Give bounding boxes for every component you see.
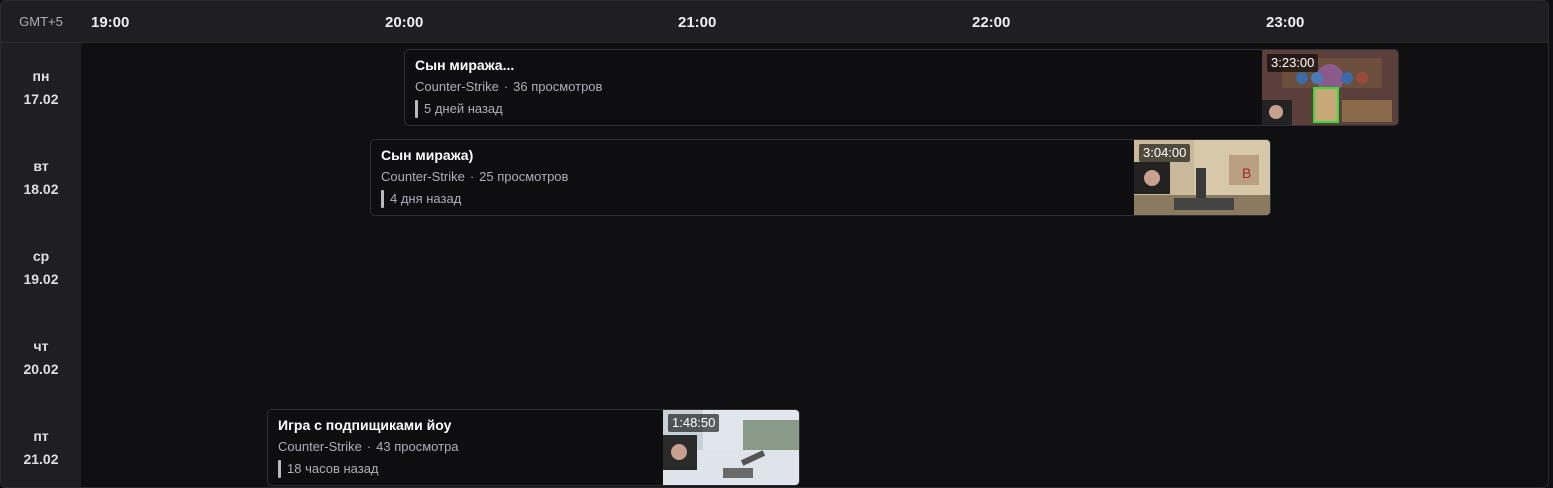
day-column: пн 17.02 вт 18.02 ср 19.02 чт 20.02 пт 2… [1,43,81,487]
video-thumbnail[interactable]: 3:23:00 [1262,50,1398,125]
age-label: 4 дня назад [390,191,462,206]
weekday-label: вт [33,158,49,174]
age-label: 5 дней назад [424,101,503,116]
video-card[interactable]: Сын миража) Counter-Strike · 25 просмотров… [370,139,1271,216]
day-row-mon: пн 17.02 [1,43,81,133]
video-card[interactable]: Игра с подпищиками йоу Counter-Strike · 43… [267,409,800,486]
video-title[interactable]: Сын миража... [415,55,1248,75]
hour-label-21: 21:00 [678,14,717,31]
video-meta: Counter-Strike · 43 просмотра [278,439,459,454]
duration-badge: 3:04:00 [1139,144,1191,162]
age-label: 18 часов назад [287,461,379,476]
hour-label-20: 20:00 [385,14,424,31]
schedule-panel: GMT+5 19:00 20:00 21:00 22:00 23:00 пн 1… [0,0,1549,488]
timeline-header: GMT+5 19:00 20:00 21:00 22:00 23:00 [1,1,1548,43]
age-bar [415,100,418,118]
video-age: 18 часов назад [278,460,649,478]
video-thumbnail[interactable]: 1:48:50 [663,410,799,485]
weekday-label: пт [33,428,49,444]
view-count: 36 просмотров [513,79,603,94]
video-meta: Counter-Strike · 36 просмотров [415,79,603,94]
video-age: 5 дней назад [415,100,1248,118]
date-label: 21.02 [23,451,59,467]
svg-text:B: B [1242,165,1251,181]
duration-badge: 3:23:00 [1267,54,1319,72]
weekday-label: ср [32,248,50,264]
video-thumbnail[interactable]: B 3:04:00 [1134,140,1270,215]
date-label: 20.02 [23,361,59,377]
day-row-tue: вт 18.02 [1,133,81,223]
hour-label-23: 23:00 [1266,14,1305,31]
age-bar [278,460,281,478]
video-age: 4 дня назад [381,190,1120,208]
game-link[interactable]: Counter-Strike [381,169,465,184]
weekday-label: пн [32,68,50,84]
video-info: Игра с подпищиками йоу Counter-Strike · 43… [278,415,649,478]
game-link[interactable]: Counter-Strike [415,79,499,94]
video-info: Сын миража) Counter-Strike · 25 просмотров… [381,145,1120,208]
day-row-thu: чт 20.02 [1,313,81,403]
game-link[interactable]: Counter-Strike [278,439,362,454]
timezone-label: GMT+5 [19,14,63,29]
date-label: 17.02 [23,91,59,107]
weekday-label: чт [33,338,49,354]
video-card[interactable]: Сын миража... Counter-Strike · 36 просмотр… [404,49,1399,126]
video-meta: Counter-Strike · 25 просмотров [381,169,569,184]
date-label: 19.02 [23,271,59,287]
hour-label-22: 22:00 [972,14,1011,31]
video-title[interactable]: Сын миража) [381,145,1120,165]
view-count: 25 просмотров [479,169,569,184]
video-info: Сын миража... Counter-Strike · 36 просмотр… [415,55,1248,118]
view-count: 43 просмотра [376,439,459,454]
day-row-fri: пт 21.02 [1,403,81,487]
age-bar [381,190,384,208]
date-label: 18.02 [23,181,59,197]
video-title[interactable]: Игра с подпищиками йоу [278,415,649,435]
day-row-wed: ср 19.02 [1,223,81,313]
hour-label-19: 19:00 [91,14,130,31]
duration-badge: 1:48:50 [668,414,720,432]
